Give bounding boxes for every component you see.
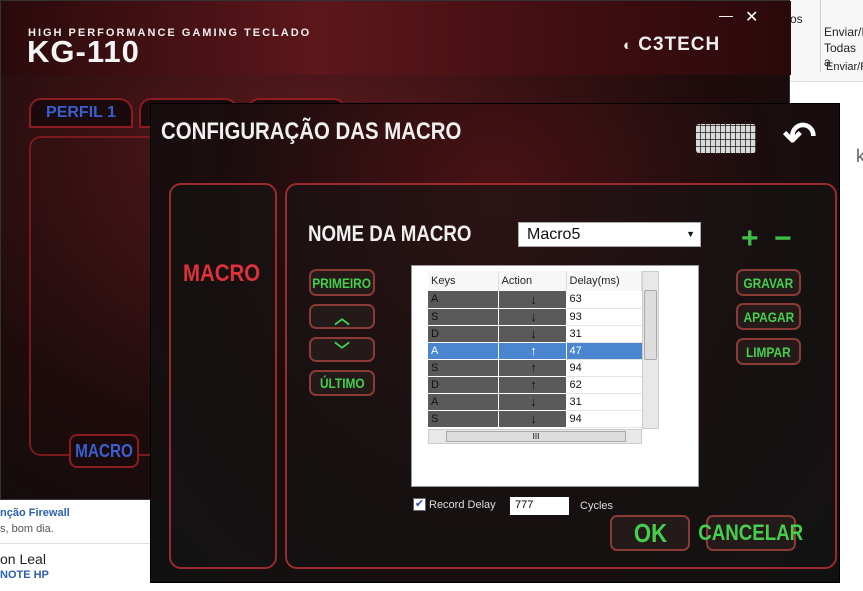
table-row[interactable]: A ↑ 47 <box>428 342 642 360</box>
cancel-button[interactable]: CANCELAR <box>699 515 803 551</box>
mail-feed: nção Firewall s, bom dia. on Leal NOTE H… <box>0 495 150 591</box>
key-cell: S <box>428 308 499 326</box>
table-row[interactable]: D ↓ 31 <box>428 325 642 343</box>
add-macro-button[interactable]: + <box>741 222 759 256</box>
table-row[interactable]: S ↓ 94 <box>428 410 642 428</box>
hscroll-thumb[interactable]: III <box>446 431 626 442</box>
brand-name: C3TECH <box>638 34 721 55</box>
delay-cell: 94 <box>566 359 642 377</box>
key-cell: S <box>428 410 499 428</box>
table-row[interactable]: S ↑ 94 <box>428 359 642 377</box>
action-cell: ↑ <box>498 342 567 360</box>
delete-button[interactable]: APAGAR <box>736 303 801 330</box>
action-cell: ↓ <box>498 325 567 343</box>
table-row[interactable]: A ↓ 31 <box>428 393 642 411</box>
action-cell: ↓ <box>498 410 567 428</box>
action-cell: ↓ <box>498 291 567 309</box>
key-cell: D <box>428 376 499 394</box>
feed-item-text: s, bom dia. <box>0 523 54 535</box>
down-button[interactable]: ﹀ <box>309 337 375 362</box>
profile-panel <box>29 136 159 456</box>
key-cell: A <box>428 393 499 411</box>
column-header-action[interactable]: Action <box>498 271 567 291</box>
column-header-keys[interactable]: Keys <box>428 271 499 291</box>
action-cell: ↑ <box>498 376 567 394</box>
minimize-button[interactable]: — <box>719 7 733 23</box>
side-label: MACRO <box>183 260 261 287</box>
record-delay-label: Record Delay <box>429 499 496 511</box>
horizontal-scrollbar[interactable]: III <box>428 429 642 444</box>
ok-button[interactable]: OK <box>610 515 690 551</box>
chevron-up-icon: ︿ <box>334 307 350 328</box>
table-row[interactable]: D ↑ 62 <box>428 376 642 394</box>
up-button[interactable]: ︿ <box>309 304 375 329</box>
close-button[interactable]: ✕ <box>745 7 758 27</box>
title-bar: HIGH PERFORMANCE GAMING TECLADO KG-110 ◐… <box>1 1 791 75</box>
key-cell: A <box>428 342 499 360</box>
record-delay-checkbox[interactable]: ✔ <box>413 498 426 511</box>
delay-cell: 63 <box>566 291 642 309</box>
ribbon-send-receive[interactable]: Enviar/I <box>824 25 863 39</box>
dialog-title: CONFIGURAÇÃO DAS MACRO <box>161 118 462 145</box>
back-arrow-icon[interactable]: ↶ <box>783 114 817 160</box>
feed-item-title[interactable]: on Leal <box>0 551 46 567</box>
feed-item-title[interactable]: nção Firewall <box>0 507 70 519</box>
key-cell: A <box>428 291 499 309</box>
delay-cell: 93 <box>566 308 642 326</box>
ribbon-text: os <box>790 12 803 26</box>
macro-name-select[interactable]: Macro5 ▼ <box>518 222 701 247</box>
key-cell: D <box>428 325 499 343</box>
delay-cell: 47 <box>566 342 642 360</box>
side-panel: MACRO <box>169 183 277 569</box>
tab-perfil-1[interactable]: PERFIL 1 <box>29 98 133 128</box>
cycles-label: Cycles <box>580 500 614 512</box>
macro-table: Keys Action Delay(ms) A ↓ 63 S ↓ 93 D ↓ 31 A ↑ 47 S ↑… <box>428 271 642 428</box>
table-row[interactable]: A ↓ 63 <box>428 291 642 309</box>
keyboard-icon[interactable] <box>696 124 756 153</box>
vertical-scrollbar[interactable] <box>642 271 659 429</box>
delay-cell: 62 <box>566 376 642 394</box>
feed-item-text: NOTE HP <box>0 569 49 581</box>
product-logo: KG-110 <box>27 34 140 69</box>
record-button[interactable]: GRAVAR <box>736 269 801 296</box>
macro-name-label: NOME DA MACRO <box>308 221 472 246</box>
brand-logo: ◐ C3TECH <box>623 34 721 55</box>
chevron-down-icon: ▼ <box>686 229 695 239</box>
key-cell: S <box>428 359 499 377</box>
delay-cell: 31 <box>566 393 642 411</box>
action-cell: ↓ <box>498 393 567 411</box>
macro-button[interactable]: MACRO <box>69 434 139 468</box>
cycles-input[interactable]: 777 <box>510 497 569 515</box>
first-button[interactable]: PRIMEIRO <box>309 269 375 296</box>
chevron-down-icon: ﹀ <box>334 340 350 361</box>
last-button[interactable]: ÚLTIMO <box>309 370 375 396</box>
remove-macro-button[interactable]: − <box>774 222 792 256</box>
column-header-delay[interactable]: Delay(ms) <box>566 271 642 291</box>
outlook-ribbon: os Enviar/I Todas a Enviar/F <box>790 0 863 82</box>
macro-list-box: Keys Action Delay(ms) A ↓ 63 S ↓ 93 D ↓ 31 A ↑ 47 S ↑… <box>411 265 699 487</box>
delay-cell: 31 <box>566 325 642 343</box>
table-row[interactable]: S ↓ 93 <box>428 308 642 326</box>
action-cell: ↓ <box>498 308 567 326</box>
partial-text: k <box>856 146 863 166</box>
scroll-thumb[interactable] <box>644 290 657 360</box>
action-cell: ↑ <box>498 359 567 377</box>
ribbon-group-label: Enviar/F <box>826 61 863 73</box>
delay-cell: 94 <box>566 410 642 428</box>
clear-button[interactable]: LIMPAR <box>736 338 801 365</box>
